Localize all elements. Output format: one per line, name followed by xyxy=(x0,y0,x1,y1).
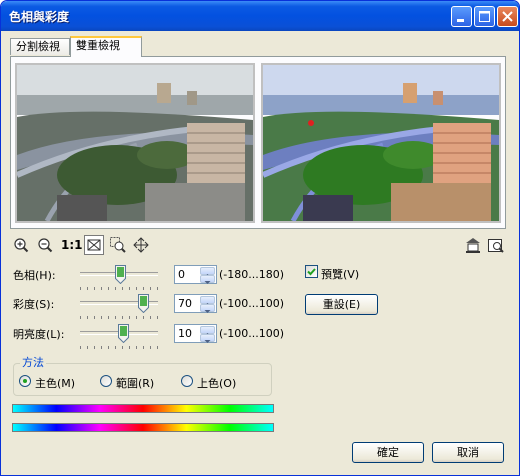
method-caption: 方法 xyxy=(20,354,46,370)
tab-split-view[interactable]: 分割檢視 xyxy=(10,38,70,55)
saturation-spin-down[interactable] xyxy=(200,304,215,313)
close-icon xyxy=(502,11,513,22)
checkmark-icon xyxy=(307,268,316,276)
fit-window-button[interactable] xyxy=(84,235,104,255)
hue-slider-thumb[interactable] xyxy=(115,265,126,284)
lightness-slider-thumb[interactable] xyxy=(118,324,129,343)
saturation-slider-thumb[interactable] xyxy=(138,294,149,313)
pan-tool-icon[interactable] xyxy=(133,237,149,253)
lightness-spin-down[interactable] xyxy=(200,334,215,343)
radio-colorize-label[interactable]: 上色(O) xyxy=(197,375,236,391)
window-title: 色相與彩度 xyxy=(9,10,70,24)
hue-label: 色相(H): xyxy=(13,269,56,282)
close-button[interactable] xyxy=(497,6,518,27)
preview-label[interactable]: 預覽(V) xyxy=(321,266,359,282)
image-settings-icon[interactable] xyxy=(465,237,481,253)
lightness-value: 10 xyxy=(178,327,192,340)
saturation-label: 彩度(S): xyxy=(13,298,55,311)
hue-spin-up[interactable] xyxy=(200,267,215,277)
lightness-input[interactable]: 10 xyxy=(174,324,217,343)
hue-value: 0 xyxy=(178,268,185,281)
lightness-slider-ticks xyxy=(80,346,158,349)
preview-panel xyxy=(10,56,506,229)
lightness-label: 明亮度(L): xyxy=(13,328,65,341)
preview-zoom-icon[interactable] xyxy=(488,237,504,253)
maximize-icon xyxy=(479,11,490,22)
fit-to-window-icon xyxy=(87,239,101,251)
radio-range-label[interactable]: 範圍(R) xyxy=(116,375,154,391)
radio-master-label[interactable]: 主色(M) xyxy=(35,375,75,391)
radio-colorize[interactable] xyxy=(181,375,193,387)
minimize-button[interactable] xyxy=(451,6,472,27)
preview-image xyxy=(261,63,501,223)
actual-size-button[interactable]: 1:1 xyxy=(61,238,83,252)
saturation-range: (-100...100) xyxy=(219,297,285,310)
hue-input[interactable]: 0 xyxy=(174,265,217,284)
minimize-icon xyxy=(457,19,464,22)
reset-button[interactable]: 重設(E) xyxy=(305,294,378,315)
zoom-out-icon[interactable] xyxy=(37,237,53,253)
hue-range: (-180...180) xyxy=(219,268,285,281)
radio-master[interactable] xyxy=(19,375,31,387)
cancel-button[interactable]: 取消 xyxy=(432,442,504,463)
hue-slider-ticks xyxy=(80,287,158,290)
title-bar[interactable]: 色相與彩度 xyxy=(1,1,519,31)
saturation-input[interactable]: 70 xyxy=(174,294,217,313)
preview-checkbox[interactable] xyxy=(305,265,318,278)
ok-button[interactable]: 確定 xyxy=(352,442,424,463)
lightness-range: (-100...100) xyxy=(219,327,285,340)
result-color-spectrum xyxy=(12,423,274,432)
lightness-spin-up[interactable] xyxy=(200,326,215,336)
hue-spin-down[interactable] xyxy=(200,275,215,284)
saturation-value: 70 xyxy=(178,297,192,310)
saturation-spin-up[interactable] xyxy=(200,296,215,306)
saturation-slider-ticks xyxy=(80,316,158,319)
source-color-spectrum xyxy=(12,404,274,413)
zoom-tool-icon[interactable] xyxy=(110,237,126,253)
radio-range[interactable] xyxy=(100,375,112,387)
maximize-button[interactable] xyxy=(474,6,495,27)
zoom-in-icon[interactable] xyxy=(13,237,29,253)
tab-dual-view[interactable]: 雙重檢視 xyxy=(70,36,142,57)
original-image xyxy=(15,63,255,223)
